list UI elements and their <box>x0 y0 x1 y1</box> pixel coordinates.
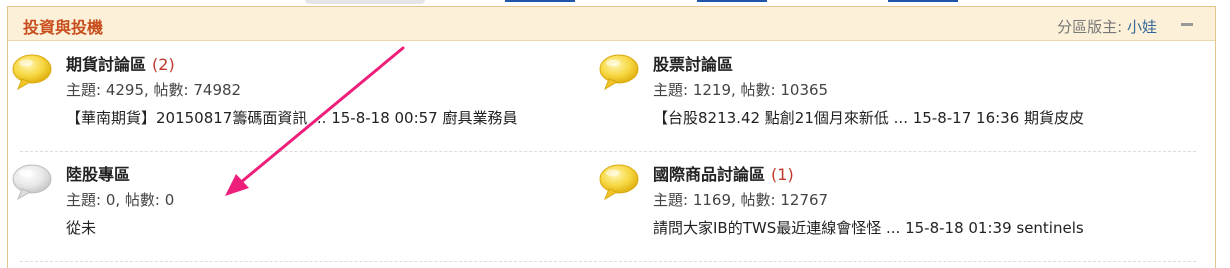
forum-title[interactable]: 期貨討論區 (2) <box>66 51 175 75</box>
collapse-icon[interactable] <box>1181 23 1193 26</box>
new-post-count: (1) <box>771 165 794 184</box>
forum-item-futures: 期貨討論區 (2) 主題: 4295, 帖數: 74982 【華南期貨】20150… <box>10 50 600 150</box>
moderator-label: 分區版主: <box>1057 18 1123 36</box>
forum-name-link[interactable]: 期貨討論區 <box>66 55 146 74</box>
moderator-name-link[interactable]: 小娃 <box>1127 18 1157 36</box>
forum-name-link[interactable]: 陸股專區 <box>66 165 130 184</box>
forum-title[interactable]: 陸股專區 <box>66 161 130 185</box>
forum-stats: 主題: 0, 帖數: 0 <box>66 191 175 209</box>
row-divider <box>20 261 1196 262</box>
row-divider <box>20 151 1196 152</box>
forum-item-china-stocks: 陸股專區 主題: 0, 帖數: 0 從未 <box>10 160 600 260</box>
top-link-remnant[interactable] <box>697 0 767 2</box>
moderator-info: 分區版主: 小娃 <box>1057 16 1157 37</box>
top-link-remnant[interactable] <box>505 0 575 2</box>
speech-bubble-new-icon <box>599 54 639 91</box>
last-post-link[interactable]: 【台股8213.42 點創21個月來新低 ... 15-8-17 16:36 期… <box>653 107 1084 128</box>
forum-stats: 主題: 1169, 帖數: 12767 <box>653 191 829 209</box>
forum-name-link[interactable]: 國際商品討論區 <box>653 165 765 184</box>
forum-item-international-commodities: 國際商品討論區 (1) 主題: 1169, 帖數: 12767 請問大家IB的TW… <box>597 160 1187 260</box>
new-post-count: (2) <box>152 55 175 74</box>
last-post-link[interactable]: 請問大家IB的TWS最近連線會怪怪 ... 15-8-18 01:39 sent… <box>653 217 1084 238</box>
forum-item-stocks: 股票討論區 主題: 1219, 帖數: 10365 【台股8213.42 點創2… <box>597 50 1187 150</box>
forum-name-link[interactable]: 股票討論區 <box>653 55 733 74</box>
forum-title[interactable]: 股票討論區 <box>653 51 733 75</box>
last-post-link[interactable]: 【華南期貨】20150817籌碼面資訊 ... 15-8-18 00:57 廚具… <box>66 107 518 128</box>
speech-bubble-new-icon <box>12 54 52 91</box>
category-header: 投資與投機 分區版主: 小娃 <box>8 7 1215 41</box>
last-post-status: 從未 <box>66 219 97 237</box>
forum-stats: 主題: 4295, 帖數: 74982 <box>66 81 242 99</box>
speech-bubble-new-icon <box>599 164 639 201</box>
forum-title[interactable]: 國際商品討論區 (1) <box>653 161 794 185</box>
speech-bubble-empty-icon <box>12 164 52 201</box>
forum-stats: 主題: 1219, 帖數: 10365 <box>653 81 829 99</box>
top-tab-remnant[interactable] <box>305 0 425 4</box>
category-title[interactable]: 投資與投機 <box>23 14 103 38</box>
top-link-remnant[interactable] <box>888 0 958 2</box>
